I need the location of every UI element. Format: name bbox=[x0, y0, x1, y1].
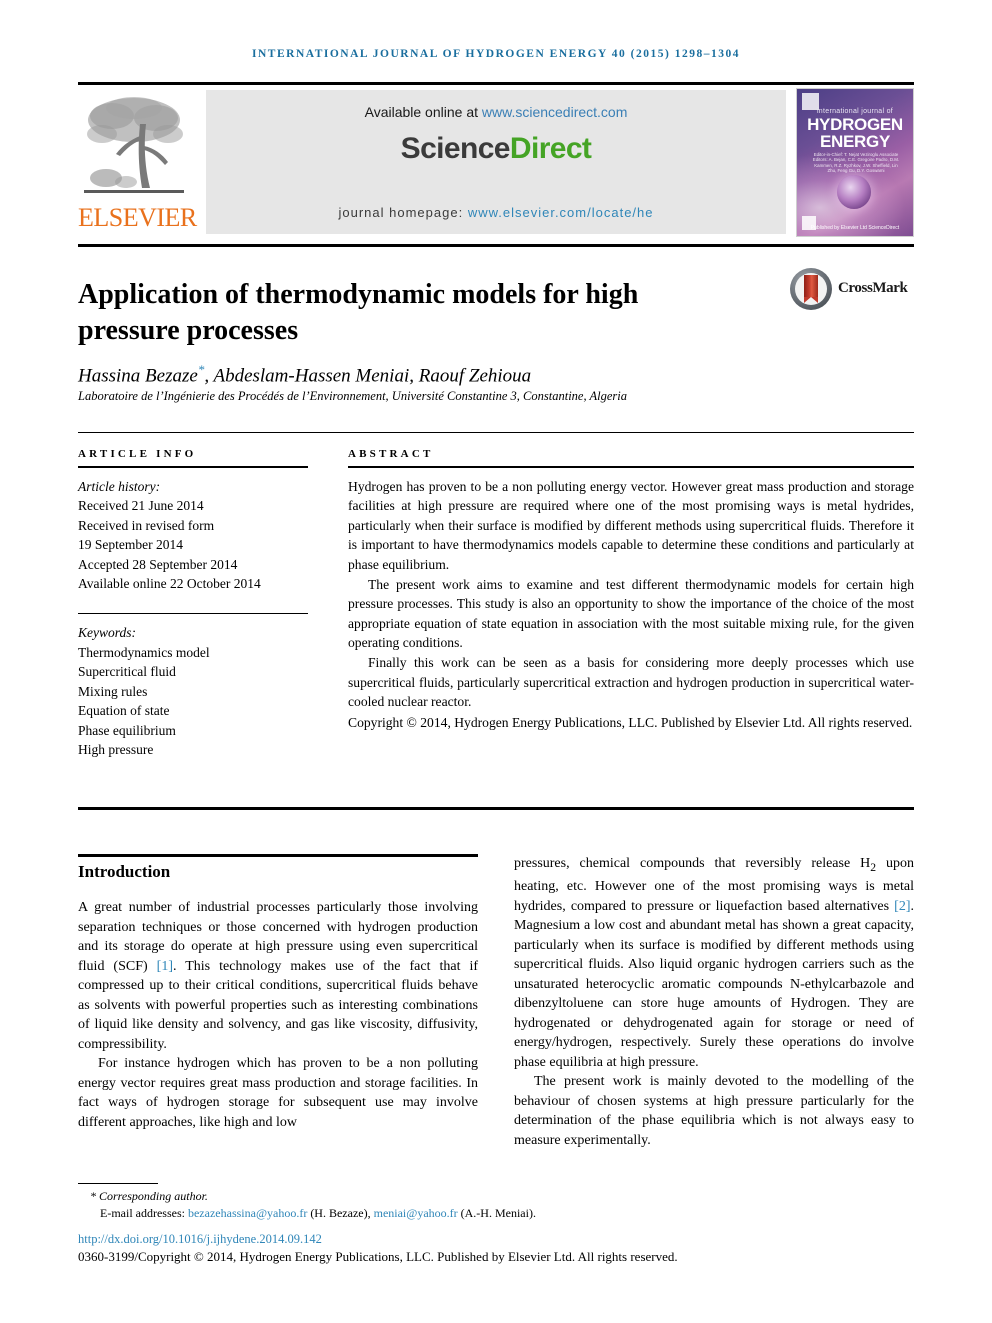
keyword-item: Mixing rules bbox=[78, 683, 148, 699]
body-text-fragment: pressures, chemical compounds that rever… bbox=[514, 856, 871, 871]
author-list: Hassina Bezaze*, Abdeslam-Hassen Meniai,… bbox=[78, 358, 838, 388]
email-addresses-line: E-mail addresses: bezazehassina@yahoo.fr… bbox=[78, 1205, 798, 1222]
history-item: Available online 22 October 2014 bbox=[78, 576, 261, 592]
body-paragraph: pressures, chemical compounds that rever… bbox=[514, 854, 914, 1072]
keyword-item: Equation of state bbox=[78, 703, 170, 719]
cover-journal-prefix: international journal of bbox=[816, 108, 894, 115]
body-text-left: A great number of industrial processes p… bbox=[78, 898, 478, 1132]
running-head: INTERNATIONAL JOURNAL OF HYDROGEN ENERGY… bbox=[252, 48, 740, 60]
abstract-copyright: Copyright © 2014, Hydrogen Energy Public… bbox=[348, 714, 913, 730]
available-online-label: Available online at bbox=[364, 104, 482, 120]
journal-cover-thumbnail: international journal of HYDROGEN ENERGY… bbox=[796, 88, 914, 237]
citation-link-2[interactable]: [2] bbox=[894, 899, 910, 914]
author-rest: , Abdeslam-Hassen Meniai, Raouf Zehioua bbox=[204, 365, 532, 387]
abstract-paragraph: The present work aims to examine and tes… bbox=[348, 576, 914, 651]
body-column-right: pressures, chemical compounds that rever… bbox=[514, 854, 914, 1150]
sciencedirect-panel: Available online at www.sciencedirect.co… bbox=[206, 90, 786, 234]
introduction-heading: Introduction bbox=[78, 862, 171, 881]
journal-homepage-url[interactable]: www.elsevier.com/locate/he bbox=[468, 205, 654, 220]
crossmark-icon bbox=[790, 268, 832, 310]
email-owner-2: (A.-H. Meniai). bbox=[457, 1206, 536, 1220]
history-item: Received in revised form bbox=[78, 517, 215, 533]
cover-editors: Editor-in-Chief: T. Nejat Veziroglu Asso… bbox=[812, 152, 900, 174]
keywords-block: Keywords: Thermodynamics model Supercrit… bbox=[78, 623, 308, 760]
citation-link-1[interactable]: [1] bbox=[157, 959, 173, 974]
abstract-paragraph: Hydrogen has proven to be a non pollutin… bbox=[348, 478, 914, 572]
elsevier-tree-icon bbox=[82, 90, 186, 202]
masthead: ELSEVIER Available online at www.science… bbox=[78, 88, 914, 237]
elsevier-wordmark: ELSEVIER bbox=[78, 203, 197, 232]
affiliation: Laboratoire de l’Ingénierie des Procédés… bbox=[78, 389, 627, 403]
journal-homepage-label: journal homepage: bbox=[338, 205, 468, 220]
cover-title-hydrogen: HYDROGEN bbox=[807, 115, 903, 134]
abstract-body: Hydrogen has proven to be a non pollutin… bbox=[348, 477, 914, 733]
keyword-item: Phase equilibrium bbox=[78, 722, 176, 738]
footnote-rule bbox=[78, 1183, 158, 1184]
keyword-item: High pressure bbox=[78, 742, 154, 758]
body-paragraph: The present work is mainly devoted to th… bbox=[514, 1074, 914, 1148]
article-info-column: ARTICLE INFO Article history: Received 2… bbox=[78, 448, 308, 760]
footer-copyright: 0360-3199/Copyright © 2014, Hydrogen Ene… bbox=[78, 1249, 678, 1264]
history-item: 19 September 2014 bbox=[78, 537, 183, 553]
sciencedirect-url[interactable]: www.sciencedirect.com bbox=[482, 104, 628, 120]
elsevier-logo: ELSEVIER bbox=[78, 88, 197, 235]
keywords-label: Keywords: bbox=[78, 625, 136, 641]
available-online-line: Available online at www.sciencedirect.co… bbox=[206, 104, 786, 120]
body-paragraph: A great number of industrial processes p… bbox=[78, 898, 478, 1054]
article-info-heading: ARTICLE INFO bbox=[78, 448, 197, 460]
crossmark-badge[interactable]: CrossMark bbox=[790, 268, 920, 312]
header-rule bbox=[78, 82, 914, 85]
sciencedirect-logo[interactable]: ScienceDirect bbox=[206, 132, 786, 166]
keyword-item: Supercritical fluid bbox=[78, 664, 176, 680]
journal-article-page: INTERNATIONAL JOURNAL OF HYDROGEN ENERGY… bbox=[0, 0, 992, 1323]
article-history: Article history: Received 21 June 2014 R… bbox=[78, 477, 308, 594]
body-top-rule bbox=[78, 807, 914, 810]
abstract-column: ABSTRACT Hydrogen has proven to be a non… bbox=[348, 448, 914, 732]
footnote-block: * Corresponding author. E-mail addresses… bbox=[78, 1188, 798, 1222]
introduction-rule bbox=[78, 854, 478, 857]
author-first: Hassina Bezaze bbox=[78, 365, 198, 387]
keywords-rule bbox=[78, 612, 308, 615]
keyword-item: Thermodynamics model bbox=[78, 644, 210, 660]
cover-footer-text: Published by Elsevier Ltd ScienceDirect bbox=[810, 225, 900, 231]
email-owner-1: (H. Bezaze), bbox=[307, 1206, 374, 1220]
page-title: Application of thermodynamic models for … bbox=[78, 278, 639, 346]
abstract-paragraph: Finally this work can be seen as a basis… bbox=[348, 654, 914, 710]
abstract-heading: ABSTRACT bbox=[348, 448, 434, 460]
info-section-rule bbox=[78, 432, 914, 433]
journal-homepage-line: journal homepage: www.elsevier.com/locat… bbox=[206, 205, 786, 220]
article-info-heading-rule bbox=[78, 466, 308, 468]
body-text-right: pressures, chemical compounds that rever… bbox=[514, 854, 914, 1150]
email-link-2[interactable]: meniai@yahoo.fr bbox=[374, 1206, 458, 1220]
crossmark-label: CrossMark bbox=[838, 280, 908, 296]
cover-ring-graphic bbox=[837, 175, 871, 209]
sciencedirect-logo-science: Science bbox=[400, 132, 511, 165]
article-history-label: Article history: bbox=[78, 478, 161, 494]
sciencedirect-logo-direct: Direct bbox=[509, 132, 592, 165]
body-paragraph: For instance hydrogen which has proven t… bbox=[78, 1056, 478, 1130]
masthead-bottom-rule bbox=[78, 244, 914, 247]
doi-link[interactable]: http://dx.doi.org/10.1016/j.ijhydene.201… bbox=[78, 1232, 322, 1247]
abstract-heading-rule bbox=[348, 466, 914, 468]
body-column-left: A great number of industrial processes p… bbox=[78, 898, 478, 1132]
email-addresses-label: E-mail addresses: bbox=[100, 1206, 188, 1220]
cover-title-energy: ENERGY bbox=[820, 132, 890, 151]
history-item: Received 21 June 2014 bbox=[78, 498, 204, 514]
history-item: Accepted 28 September 2014 bbox=[78, 556, 238, 572]
email-link-1[interactable]: bezazehassina@yahoo.fr bbox=[188, 1206, 307, 1220]
corresponding-author-note: * Corresponding author. bbox=[90, 1189, 208, 1203]
body-text-fragment: . Magnesium a low cost and abundant meta… bbox=[514, 898, 914, 1070]
